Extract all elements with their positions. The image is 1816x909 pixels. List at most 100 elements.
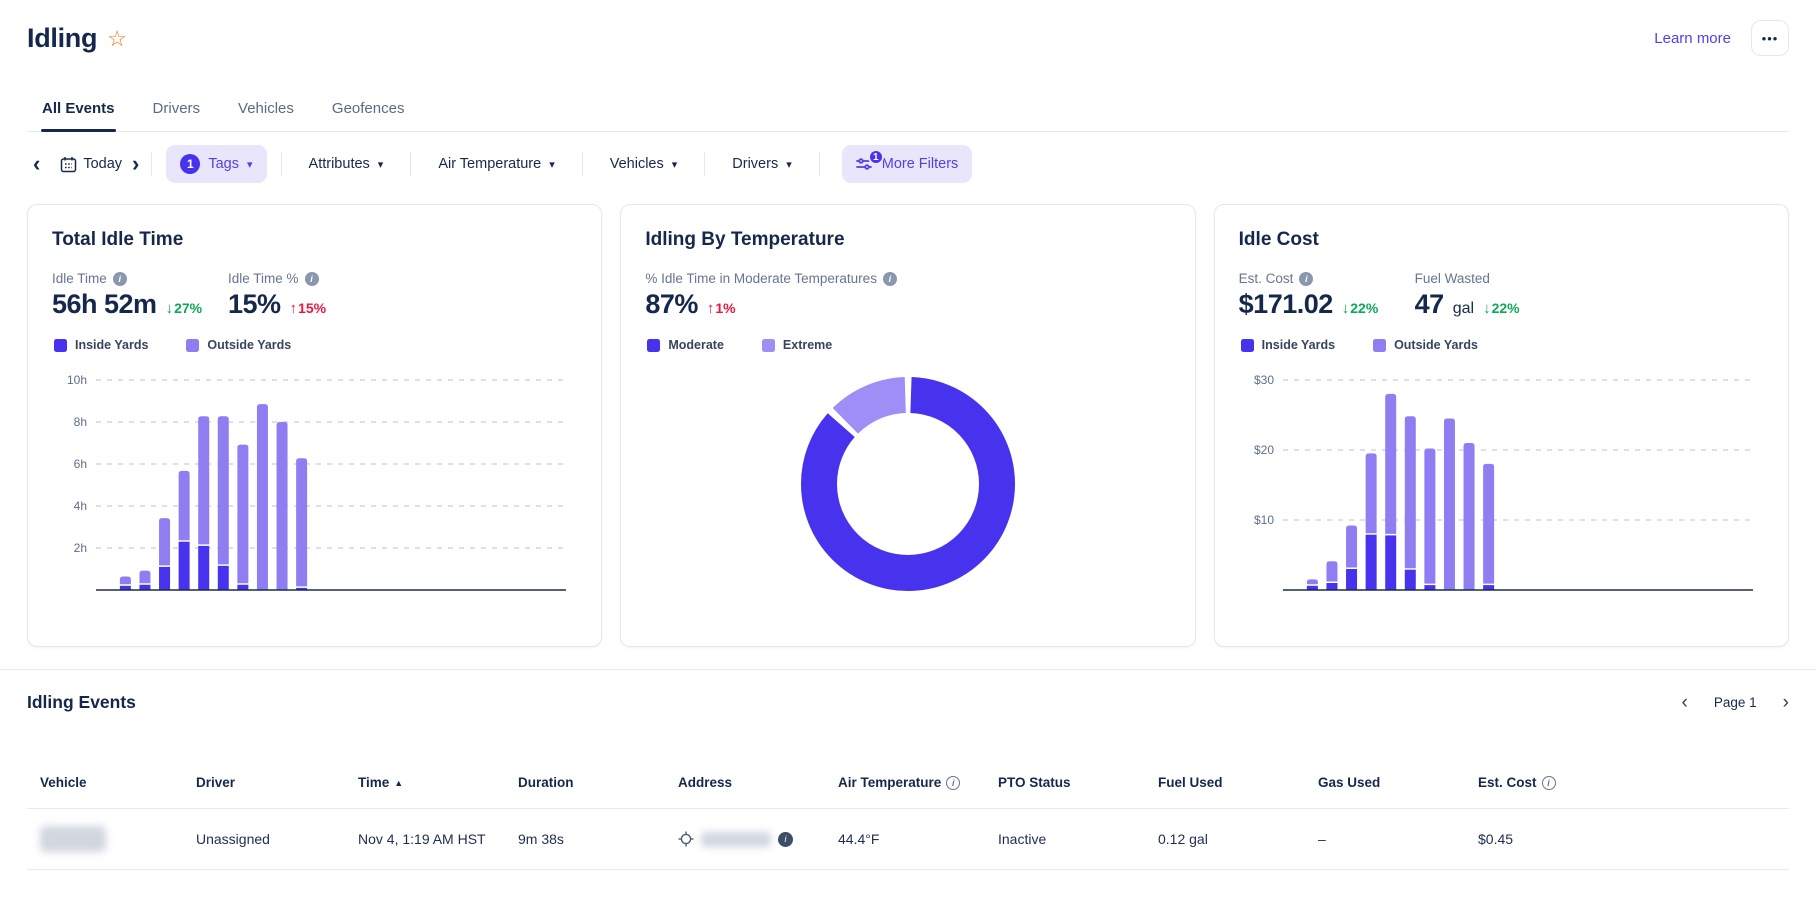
stat-value: 15% [228, 289, 281, 320]
column-header-address[interactable]: Address [678, 775, 838, 790]
fuel-wasted-stat: Fuel Wasted 47 gal ↓ 22% [1415, 271, 1591, 320]
legend-label: Outside Yards [207, 338, 291, 352]
delta-value: 27% [174, 300, 202, 316]
idling-by-temperature-card: Idling By Temperature % Idle Time in Mod… [620, 204, 1195, 647]
delta-badge: ↑ 1% [707, 300, 736, 317]
outside-yards-swatch [1373, 339, 1386, 352]
column-header-time[interactable]: Time▲ [358, 775, 518, 790]
events-title: Idling Events [27, 692, 136, 713]
drivers-filter-label: Drivers [732, 156, 778, 172]
filter-bar: ‹ Today › 1 Tags ▾ Attributes ▾ Air Temp… [27, 144, 1789, 184]
page-prev-button[interactable]: ‹ [1682, 693, 1688, 712]
chart-legend: Inside Yards Outside Yards [54, 338, 577, 352]
date-prev-button[interactable]: ‹ [27, 147, 46, 181]
page-next-button[interactable]: › [1783, 693, 1789, 712]
calendar-icon [60, 156, 77, 173]
stat-value: 47 [1415, 289, 1444, 320]
cell-gas-used: – [1318, 831, 1478, 847]
chevron-left-icon: ‹ [33, 153, 40, 175]
divider [819, 152, 820, 176]
column-header-pto-status[interactable]: PTO Status [998, 775, 1158, 790]
delta-badge: ↓ 27% [166, 300, 203, 317]
idle-time-bar-chart: 2h4h6h8h10h [52, 364, 572, 611]
legend-label: Moderate [668, 338, 724, 352]
tab-all-events[interactable]: All Events [41, 90, 116, 131]
favorite-star-icon[interactable]: ☆ [107, 28, 127, 50]
legend-label: Inside Yards [1262, 338, 1335, 352]
info-icon[interactable]: i [778, 832, 793, 847]
date-next-button[interactable]: › [126, 147, 145, 181]
attributes-filter-dropdown[interactable]: Attributes ▾ [288, 156, 405, 172]
info-icon[interactable]: i [883, 272, 897, 286]
info-icon[interactable]: i [1542, 776, 1556, 790]
stat-label: Fuel Wasted [1415, 271, 1490, 286]
idle-time-stat: Idle Time i 56h 52m ↓ 27% [52, 271, 228, 320]
drivers-filter-dropdown[interactable]: Drivers ▾ [711, 156, 812, 172]
idle-cost-bar-chart: $10$20$30 [1239, 364, 1759, 611]
caret-down-icon: ▾ [247, 158, 253, 171]
legend-label: Inside Yards [75, 338, 148, 352]
arrow-up-icon: ↑ [707, 300, 715, 317]
date-range-label[interactable]: Today [83, 156, 122, 172]
outside-yards-swatch [186, 339, 199, 352]
chevron-right-icon: › [132, 153, 139, 175]
divider [410, 152, 411, 176]
svg-text:4h: 4h [74, 499, 87, 513]
cell-address[interactable]: i [678, 831, 838, 847]
info-icon[interactable]: i [946, 776, 960, 790]
svg-text:$10: $10 [1254, 513, 1274, 527]
learn-more-link[interactable]: Learn more [1654, 30, 1731, 47]
divider [281, 152, 282, 176]
table-row[interactable]: Unassigned Nov 4, 1:19 AM HST 9m 38s i 4… [27, 809, 1789, 870]
stat-label: Est. Cost [1239, 271, 1294, 286]
stat-value: $171.02 [1239, 289, 1333, 320]
svg-text:2h: 2h [74, 541, 87, 555]
column-header-duration[interactable]: Duration [518, 775, 678, 790]
column-header-driver[interactable]: Driver [196, 775, 358, 790]
cell-time: Nov 4, 1:19 AM HST [358, 831, 518, 847]
tab-geofences[interactable]: Geofences [331, 90, 406, 131]
column-header-gas-used[interactable]: Gas Used [1318, 775, 1478, 790]
attributes-filter-label: Attributes [309, 156, 370, 172]
vehicles-filter-label: Vehicles [610, 156, 664, 172]
air-temperature-filter-dropdown[interactable]: Air Temperature ▾ [417, 156, 575, 172]
card-title: Idling By Temperature [645, 229, 1170, 251]
tab-vehicles[interactable]: Vehicles [237, 90, 295, 131]
column-header-air-temperature[interactable]: Air Temperaturei [838, 775, 998, 790]
tags-filter-dropdown[interactable]: 1 Tags ▾ [166, 145, 266, 183]
info-icon[interactable]: i [1299, 272, 1313, 286]
vehicle-redacted [40, 826, 106, 852]
chart-legend: Inside Yards Outside Yards [1241, 338, 1764, 352]
sort-asc-icon: ▲ [394, 778, 403, 788]
more-filters-button[interactable]: 1 More Filters [842, 145, 973, 183]
stat-unit: gal [1453, 300, 1474, 318]
column-header-est-cost[interactable]: Est. Costi [1478, 775, 1789, 790]
info-icon[interactable]: i [305, 272, 319, 286]
address-redacted [701, 832, 771, 847]
cell-air-temperature: 44.4°F [838, 831, 998, 847]
stat-value: 56h 52m [52, 289, 157, 320]
column-header-fuel-used[interactable]: Fuel Used [1158, 775, 1318, 790]
tab-drivers[interactable]: Drivers [152, 90, 202, 131]
card-title: Total Idle Time [52, 229, 577, 251]
column-header-vehicle[interactable]: Vehicle [40, 775, 196, 790]
delta-badge: ↓ 22% [1483, 300, 1520, 317]
cell-vehicle[interactable] [40, 826, 196, 852]
summary-cards: Total Idle Time Idle Time i 56h 52m ↓ 27… [27, 204, 1789, 647]
more-menu-button[interactable]: ••• [1751, 20, 1789, 56]
more-filters-count-badge: 1 [868, 149, 884, 165]
vehicles-filter-dropdown[interactable]: Vehicles ▾ [589, 156, 699, 172]
page-label: Page 1 [1714, 695, 1757, 710]
tab-bar: All Events Drivers Vehicles Geofences [27, 90, 1789, 132]
caret-down-icon: ▾ [378, 158, 384, 171]
svg-text:10h: 10h [67, 373, 87, 387]
pagination: ‹ Page 1 › [1682, 693, 1789, 712]
arrow-down-icon: ↓ [1483, 300, 1491, 317]
inside-yards-swatch [1241, 339, 1254, 352]
info-icon[interactable]: i [113, 272, 127, 286]
card-title: Idle Cost [1239, 229, 1764, 251]
temperature-donut-chart [645, 368, 1170, 600]
legend-label: Extreme [783, 338, 832, 352]
divider [151, 152, 152, 176]
cell-duration: 9m 38s [518, 831, 678, 847]
